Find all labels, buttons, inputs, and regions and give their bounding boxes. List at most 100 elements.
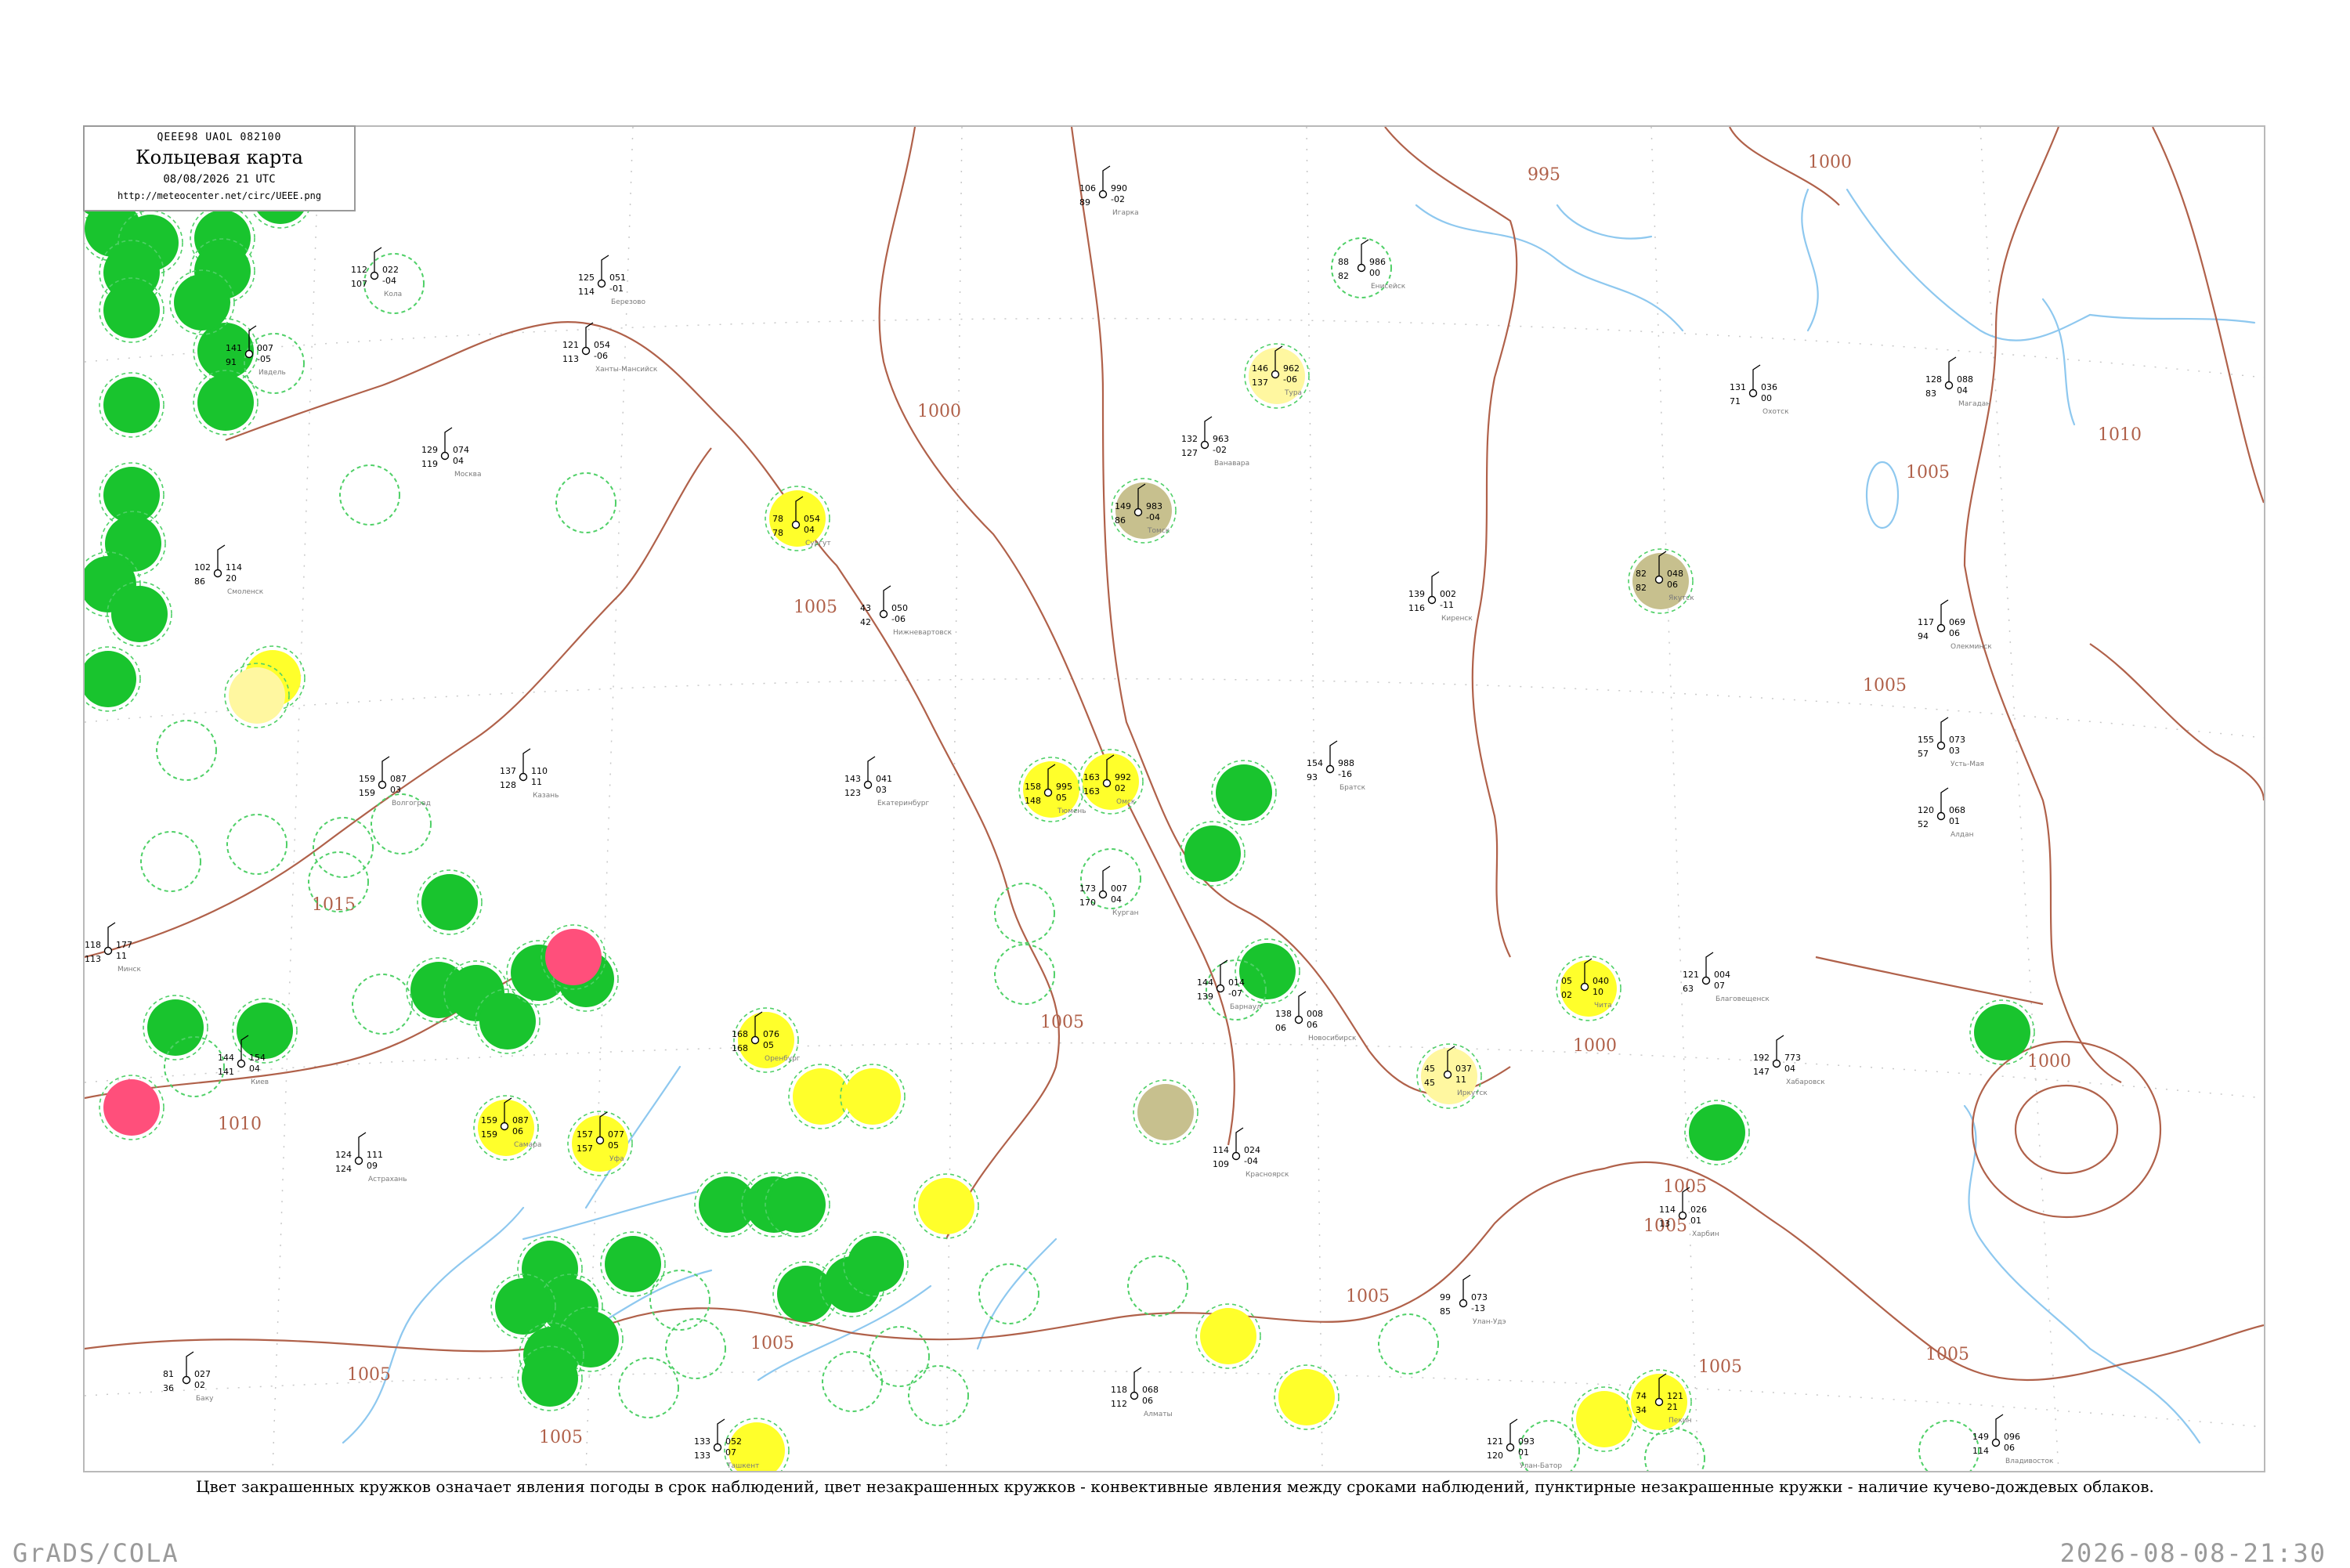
station-dot xyxy=(378,780,387,789)
cumulonimbus-circle[interactable] xyxy=(244,333,305,394)
station-temp: 45 xyxy=(1424,1064,1435,1074)
station-olekminsk[interactable]: 117 069 94 06 Олекминск xyxy=(1918,599,1992,651)
rain-circle[interactable] xyxy=(1239,943,1296,999)
station-eniseysk[interactable]: 88 986 82 00 Енисейск xyxy=(1338,239,1406,291)
cumulonimbus-circle[interactable] xyxy=(313,817,374,878)
synoptic-map[interactable]: 9951000100010001005100510051005100510051… xyxy=(85,127,2264,1471)
rain-circle[interactable] xyxy=(605,1236,661,1292)
station-krasnoyarsk[interactable]: 114 024 109 -04 Красноярск xyxy=(1213,1127,1289,1179)
station-kirensk[interactable]: 139 002 116 -11 Киренск xyxy=(1408,571,1473,623)
station-vanavara[interactable]: 132 963 127 -02 Ванавара xyxy=(1181,416,1249,468)
smoke-circle[interactable] xyxy=(1137,1084,1194,1140)
station-novosibirsk[interactable]: 138 00806 06Новосибирск xyxy=(1275,991,1357,1042)
station-name: Енисейск xyxy=(1371,283,1406,291)
rain-circle[interactable] xyxy=(1974,1004,2030,1060)
station-temp: 144 xyxy=(218,1053,234,1063)
map-url[interactable]: http://meteocenter.net/circ/UEEE.png xyxy=(85,190,354,201)
station-ulan-ude[interactable]: 99 073 85 -13 Улан-Удэ xyxy=(1440,1274,1506,1326)
station-blagoveshchensk[interactable]: 121 004 63 07 Благовещенск xyxy=(1683,952,1770,1003)
isobar-label: 1005 xyxy=(750,1334,794,1353)
cumulonimbus-circle[interactable] xyxy=(555,472,616,533)
station-khabarovsk[interactable]: 192 773 147 04 Хабаровск xyxy=(1753,1035,1825,1086)
station-minsk[interactable]: 118 177 113 11 Минск xyxy=(85,922,141,974)
station-volgograd[interactable]: 159 087 159 03 Волгоград xyxy=(359,756,431,807)
map-header: QEEE98 UAOL 082100 Кольцевая карта 08/08… xyxy=(83,125,356,211)
cumulonimbus-circle[interactable] xyxy=(1378,1313,1439,1375)
haze-circle[interactable] xyxy=(229,667,285,724)
station-astrakhan[interactable]: 124 111 124 09 Астрахань xyxy=(335,1132,407,1183)
cumulonimbus-circle[interactable] xyxy=(978,1263,1039,1324)
station-bratsk[interactable]: 154 988 93 -16 Братск xyxy=(1307,740,1366,792)
rain-circle[interactable] xyxy=(495,1278,551,1335)
station-vladivostok[interactable]: 149 096 114 06 Владивосток xyxy=(1972,1414,2054,1465)
isobar-label: 1000 xyxy=(1573,1036,1617,1056)
fog-circle[interactable] xyxy=(1278,1369,1335,1425)
thunder-circle[interactable] xyxy=(545,929,602,985)
rain-circle[interactable] xyxy=(769,1176,826,1233)
station-baku[interactable]: 81 027 36 02 Баку xyxy=(163,1351,214,1403)
fog-circle[interactable] xyxy=(844,1068,901,1125)
station-ulaanbaatar[interactable]: 121 093 120 01 Улан-Батор xyxy=(1487,1418,1562,1470)
cumulonimbus-circle[interactable] xyxy=(869,1326,930,1387)
rain-circle[interactable] xyxy=(479,993,536,1050)
station-tendency: 07 xyxy=(725,1447,736,1458)
rain-circle[interactable] xyxy=(237,1003,293,1059)
rain-circle[interactable] xyxy=(1184,826,1241,882)
station-kurgan[interactable]: 173 007 170 04 Курган xyxy=(1079,865,1139,917)
station-temp: 133 xyxy=(694,1436,710,1447)
station-aldan[interactable]: 120 068 52 01 Алдан xyxy=(1918,787,1974,839)
station-almaty[interactable]: 118 068 112 06 Алматы xyxy=(1111,1367,1173,1418)
station-magadan[interactable]: 128 088 83 04 Магадан xyxy=(1925,356,1990,408)
cumulonimbus-circle[interactable] xyxy=(1644,1428,1705,1471)
thunder-circle[interactable] xyxy=(103,1079,160,1136)
station-ekaterinburg[interactable]: 143 041 123 03 Екатеринбург xyxy=(844,756,929,807)
rain-circle[interactable] xyxy=(1689,1104,1745,1161)
station-kazan[interactable]: 137 110 128 11 Казань xyxy=(500,748,559,800)
rain-circle[interactable] xyxy=(174,274,230,331)
rain-circle[interactable] xyxy=(848,1236,904,1292)
station-ust-maya[interactable]: 155 073 57 03 Усть-Мая xyxy=(1918,717,1984,768)
wind-barb xyxy=(1462,1274,1471,1300)
fog-circle[interactable] xyxy=(1200,1308,1256,1364)
station-temp: 146 xyxy=(1252,363,1268,374)
station-dot xyxy=(1654,1397,1664,1407)
rain-circle[interactable] xyxy=(522,1350,578,1407)
station-igarka[interactable]: 106 990 89 -02 Игарка xyxy=(1079,165,1139,217)
cumulonimbus-circle[interactable] xyxy=(994,944,1055,1005)
rain-circle[interactable] xyxy=(103,377,160,433)
cumulonimbus-circle[interactable] xyxy=(908,1365,969,1426)
station-temp: 128 xyxy=(1925,374,1942,385)
cumulonimbus-circle[interactable] xyxy=(649,1270,710,1331)
rain-circle[interactable] xyxy=(85,651,136,707)
cumulonimbus-circle[interactable] xyxy=(618,1357,679,1418)
station-temp: 138 xyxy=(1275,1009,1292,1019)
station-moscow[interactable]: 129 074 119 04 Москва xyxy=(421,427,481,479)
station-nizhnevartovsk[interactable]: 43 050 42 -06 Нижневартовск xyxy=(860,585,953,637)
station-smolensk[interactable]: 102 114 86 20 Смоленск xyxy=(194,544,264,596)
cumulonimbus-circle[interactable] xyxy=(226,814,287,875)
map-frame[interactable]: 995 1000 1000 1000 1005 1005 1005 1005 1005 1005 1… xyxy=(83,125,2265,1472)
cumulonimbus-circle[interactable] xyxy=(665,1318,726,1379)
rain-circle[interactable] xyxy=(111,586,168,642)
rain-circle[interactable] xyxy=(197,374,254,431)
cumulonimbus-circle[interactable] xyxy=(822,1351,883,1412)
cumulonimbus-circle[interactable] xyxy=(339,464,400,526)
cumulonimbus-circle[interactable] xyxy=(352,974,413,1035)
rain-circle[interactable] xyxy=(103,467,160,523)
station-dewpoint: 141 xyxy=(218,1067,234,1077)
rain-circle[interactable] xyxy=(1216,764,1272,821)
rain-circle[interactable] xyxy=(147,999,204,1056)
station-name: Минск xyxy=(118,966,141,974)
station-kola[interactable]: 112 022 107 -04 Кола xyxy=(351,247,402,298)
rain-circle[interactable] xyxy=(103,282,160,338)
station-okhotsk[interactable]: 131 036 71 00 Охотск xyxy=(1730,364,1789,416)
rain-circle[interactable] xyxy=(421,874,478,930)
cumulonimbus-circle[interactable] xyxy=(1127,1255,1188,1317)
rain-circle[interactable] xyxy=(777,1266,833,1322)
cumulonimbus-circle[interactable] xyxy=(1918,1420,1979,1471)
fog-circle[interactable] xyxy=(1576,1391,1632,1447)
cumulonimbus-circle[interactable] xyxy=(140,831,201,892)
station-berezovo[interactable]: 125 051 114 -01 Березово xyxy=(578,255,646,306)
fog-circle[interactable] xyxy=(918,1178,974,1234)
cumulonimbus-circle[interactable] xyxy=(156,720,217,781)
